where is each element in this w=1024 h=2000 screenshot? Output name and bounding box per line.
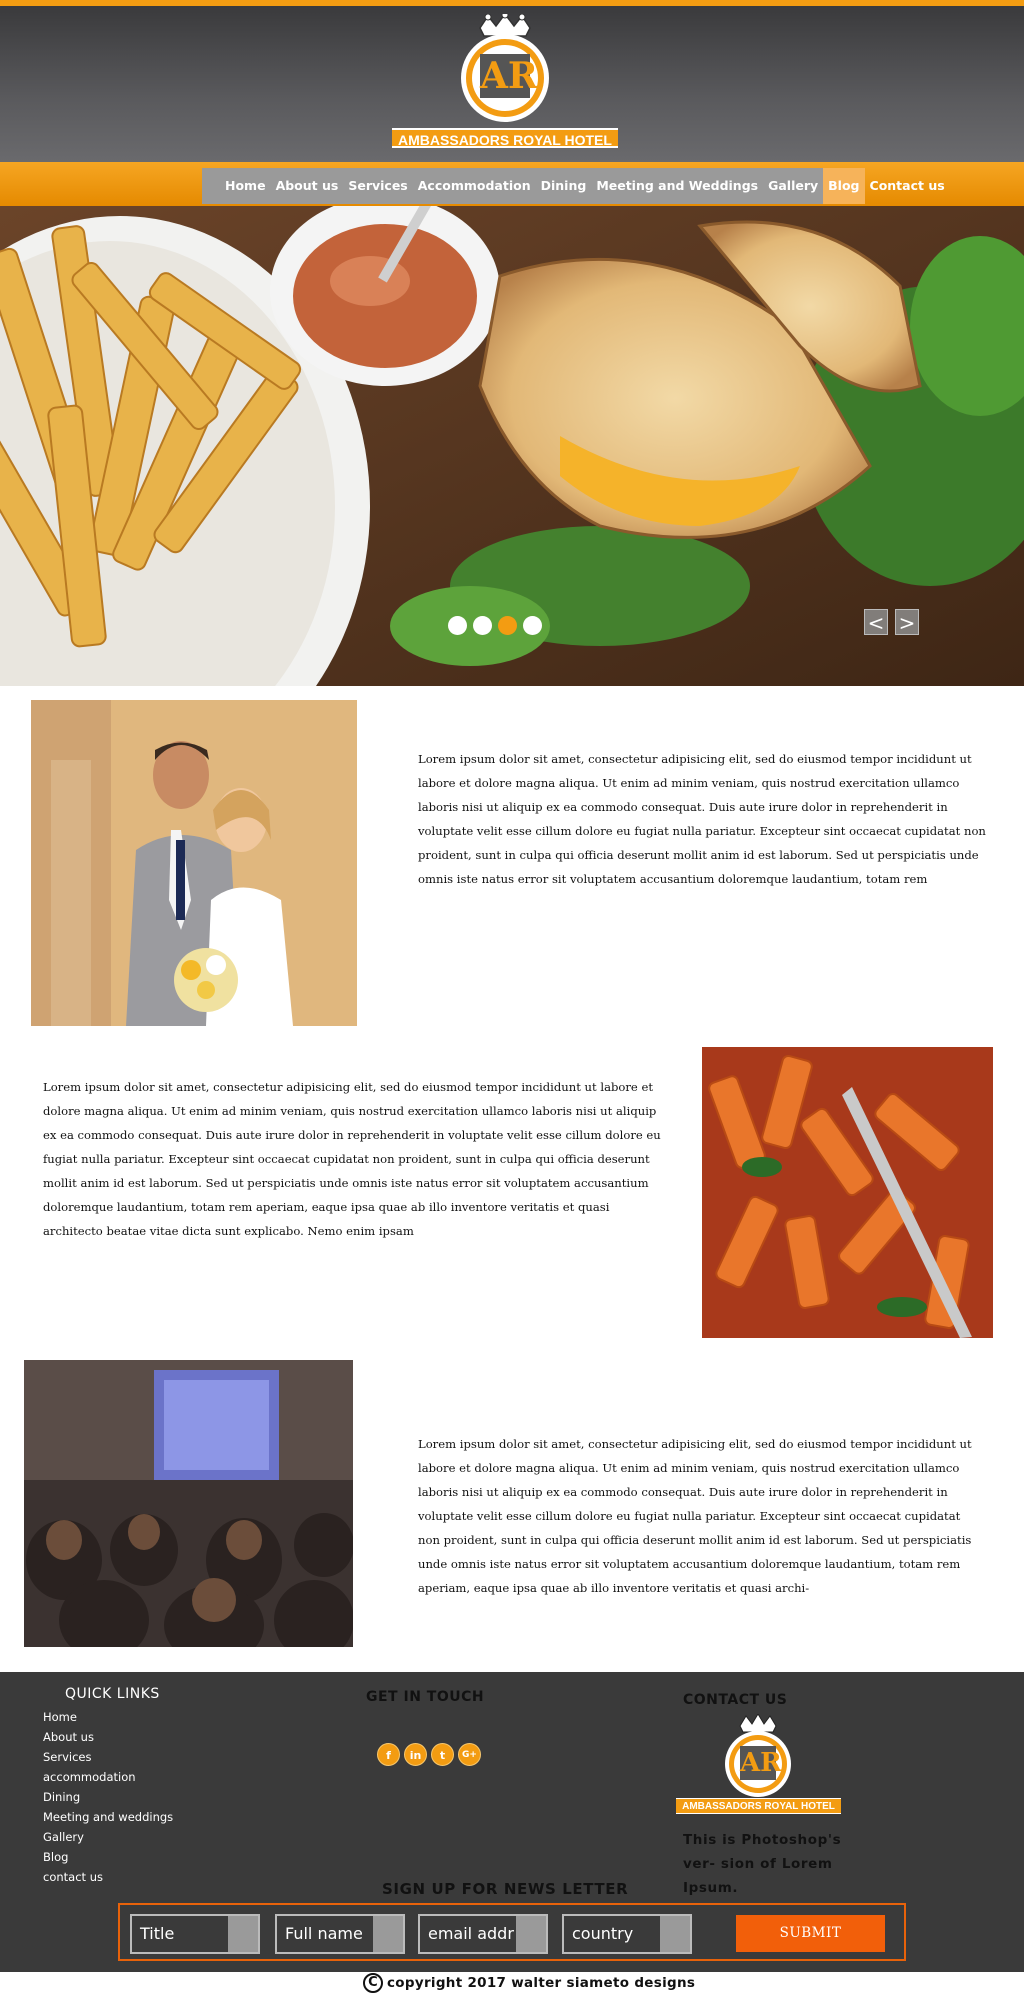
logo-hotel-name: AMBASSADORS ROYAL HOTEL [392,128,618,148]
contact-us-title: CONTACT US [683,1692,788,1708]
slider-dots [448,616,542,635]
slider-dot-4[interactable] [523,616,542,635]
site-logo[interactable]: AR AMBASSADORS ROYAL HOTEL [392,11,618,154]
quick-link-gallery[interactable]: Gallery [43,1827,173,1847]
country-field-placeholder: country [572,1924,634,1943]
section-3-text: Lorem ipsum dolor sit amet, consectetur … [418,1437,972,1595]
quick-link-meeting-and-weddings[interactable]: Meeting and weddings [43,1807,173,1827]
full-name-field-placeholder: Full name [285,1924,363,1943]
title-field[interactable]: Title [130,1914,260,1954]
quick-links-list: Home About us Services accommodation Din… [43,1707,173,1887]
slider-dot-3[interactable] [498,616,517,635]
social-links: f in t G+ [377,1743,481,1766]
conference-hall-photo [24,1360,353,1647]
title-field-placeholder: Title [140,1924,175,1943]
email-field-bar [516,1916,546,1952]
nav-item-home[interactable]: Home [220,168,271,204]
penne-pasta-photo [702,1047,993,1338]
quick-link-services[interactable]: Services [43,1747,173,1767]
nav-item-contact-us[interactable]: Contact us [865,168,950,204]
nav-item-gallery[interactable]: Gallery [763,168,823,204]
quick-link-contact-us[interactable]: contact us [43,1867,173,1887]
slider-dot-1[interactable] [448,616,467,635]
copyright-icon: C [363,1973,383,1993]
get-in-touch-title: GET IN TOUCH [366,1689,485,1705]
full-name-field-bar [373,1916,403,1952]
title-field-dropdown[interactable] [228,1916,258,1952]
slider-next-button[interactable]: > [895,609,919,635]
nav-item-accommodation[interactable]: Accommodation [413,168,536,204]
google-plus-icon[interactable]: G+ [458,1743,481,1766]
nav-item-dining[interactable]: Dining [536,168,592,204]
footer-logo-initials: AR [740,1748,782,1778]
quick-links-title: QUICK LINKS [65,1686,160,1702]
nav-item-about-us[interactable]: About us [271,168,344,204]
footer-logo-hotel-name: AMBASSADORS ROYAL HOTEL [676,1798,841,1814]
nav-item-blog[interactable]: Blog [823,168,865,204]
copyright: C copyright 2017 walter siameto designs [363,1973,695,1993]
quick-link-home[interactable]: Home [43,1707,173,1727]
twitter-icon[interactable]: t [431,1743,454,1766]
quick-link-dining[interactable]: Dining [43,1787,173,1807]
country-field-dropdown[interactable] [660,1916,690,1952]
section-2-text: Lorem ipsum dolor sit amet, consectetur … [43,1080,661,1238]
quick-link-about-us[interactable]: About us [43,1727,173,1747]
footer-logo: AR AMBASSADORS ROYAL HOTEL [676,1713,841,1816]
linkedin-icon[interactable]: in [404,1743,427,1766]
nav-item-services[interactable]: Services [343,168,412,204]
copyright-text: copyright 2017 walter siameto designs [387,1975,696,1991]
submit-button[interactable]: SUBMIT [736,1915,885,1952]
country-field[interactable]: country [562,1914,692,1954]
logo-initials: AR [480,55,538,97]
full-name-field[interactable]: Full name [275,1914,405,1954]
section-1-text: Lorem ipsum dolor sit amet, consectetur … [418,752,986,886]
quick-link-accommodation[interactable]: accommodation [43,1767,173,1787]
quick-link-blog[interactable]: Blog [43,1847,173,1867]
email-field[interactable]: email addr [418,1914,548,1954]
facebook-icon[interactable]: f [377,1743,400,1766]
wedding-couple-photo [31,700,357,1026]
contact-text: This is Photoshop's ver- sion of Lorem I… [683,1832,842,1896]
main-nav: Home About us Services Accommodation Din… [202,168,945,204]
newsletter-title: SIGN UP FOR NEWS LETTER [382,1880,629,1898]
nav-item-meeting-and-weddings[interactable]: Meeting and Weddings [591,168,763,204]
slider-dot-2[interactable] [473,616,492,635]
slider-prev-button[interactable]: < [864,609,888,635]
email-field-placeholder: email addr [428,1924,514,1943]
